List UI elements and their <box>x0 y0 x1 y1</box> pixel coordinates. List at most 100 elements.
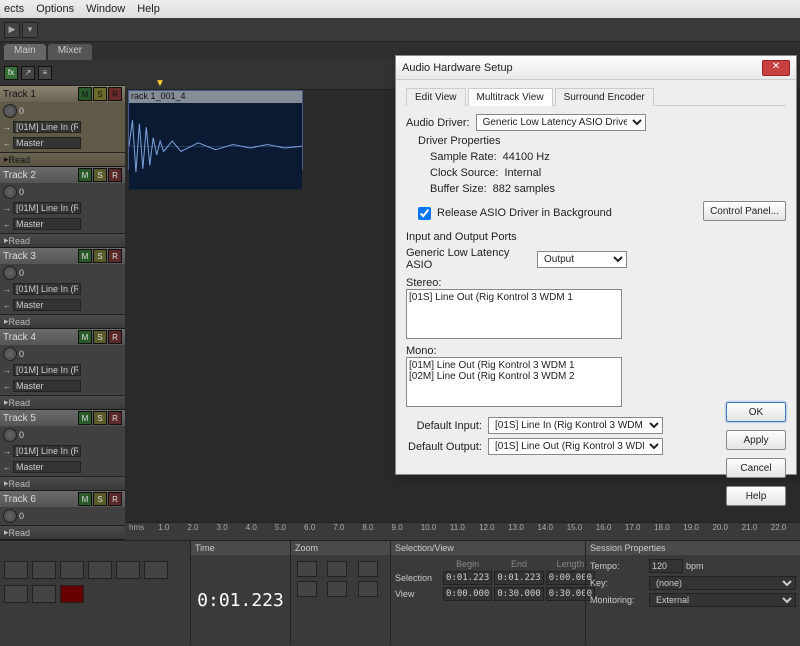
automation-mode[interactable]: ▸ Read <box>0 476 125 490</box>
cancel-button[interactable]: Cancel <box>726 458 786 478</box>
track-header[interactable]: Track 4 MSR <box>0 329 125 345</box>
stereo-ports-list[interactable]: [01S] Line Out (Rig Kontrol 3 WDM 1 <box>406 289 622 339</box>
track-input[interactable] <box>13 445 81 457</box>
control-panel-button[interactable]: Control Panel... <box>703 201 786 221</box>
monitoring-select[interactable]: External <box>649 593 796 607</box>
track-header[interactable]: Track 1 M S R <box>0 86 125 102</box>
solo-button[interactable]: S <box>93 330 107 344</box>
help-button[interactable]: Help <box>726 486 786 506</box>
skip-button[interactable] <box>32 585 56 603</box>
tab-mixer[interactable]: Mixer <box>48 44 92 60</box>
default-input-select[interactable]: [01S] Line In (Rig Kontrol 3 WDM A 1 <box>488 417 663 434</box>
key-select[interactable]: (none) <box>649 576 796 590</box>
list-item[interactable]: [01M] Line Out (Rig Kontrol 3 WDM 1 <box>409 360 619 371</box>
solo-button[interactable]: S <box>93 249 107 263</box>
track-input[interactable] <box>13 121 81 133</box>
end-button[interactable] <box>144 561 168 579</box>
list-item[interactable]: [01S] Line Out (Rig Kontrol 3 WDM 1 <box>409 292 619 303</box>
pan-knob[interactable] <box>3 509 17 523</box>
automation-mode[interactable]: ▸ Read <box>0 314 125 328</box>
record-arm-button[interactable]: R <box>108 411 122 425</box>
mute-button[interactable]: M <box>78 87 92 101</box>
sel-end[interactable]: 0:01.223 <box>494 571 543 585</box>
mute-button[interactable]: M <box>78 168 92 182</box>
menu-ects[interactable]: ects <box>4 3 24 15</box>
pan-knob[interactable] <box>3 185 17 199</box>
solo-button[interactable]: S <box>93 168 107 182</box>
track-input[interactable] <box>13 202 81 214</box>
track-output[interactable] <box>13 137 81 149</box>
send-button[interactable]: ↗ <box>21 66 35 80</box>
close-icon[interactable]: ✕ <box>762 60 790 76</box>
solo-button[interactable]: S <box>93 87 107 101</box>
track-output[interactable] <box>13 461 81 473</box>
record-arm-button[interactable]: R <box>108 330 122 344</box>
pan-knob[interactable] <box>3 266 17 280</box>
record-button[interactable] <box>60 585 84 603</box>
playhead-icon[interactable]: ▼ <box>155 78 165 89</box>
mono-ports-list[interactable]: [01M] Line Out (Rig Kontrol 3 WDM 1 [02M… <box>406 357 622 407</box>
zoom-in-v-button[interactable] <box>297 581 317 597</box>
rewind-button[interactable] <box>4 561 28 579</box>
track-output[interactable] <box>13 299 81 311</box>
track-header[interactable]: Track 2 M S R <box>0 167 125 183</box>
audio-driver-select[interactable]: Generic Low Latency ASIO Driver <box>476 114 646 131</box>
tab-multitrack-view[interactable]: Multitrack View <box>468 88 553 106</box>
zoom-out-h-button[interactable] <box>327 561 347 577</box>
sel-begin[interactable]: 0:01.223 <box>443 571 492 585</box>
io-direction-select[interactable]: Output <box>537 251 627 268</box>
track-header[interactable]: Track 6 MSR <box>0 491 125 507</box>
play-button[interactable] <box>60 561 84 579</box>
tab-edit-view[interactable]: Edit View <box>406 88 466 106</box>
pan-knob[interactable] <box>3 428 17 442</box>
ffwd-button[interactable] <box>116 561 140 579</box>
tempo-input[interactable] <box>649 559 683 573</box>
track-header[interactable]: Track 3 MSR <box>0 248 125 264</box>
solo-button[interactable]: S <box>93 411 107 425</box>
view-begin[interactable]: 0:00.000 <box>443 587 492 601</box>
automation-mode[interactable]: ▸ Read <box>0 525 125 539</box>
mute-button[interactable]: M <box>78 492 92 506</box>
tab-main[interactable]: Main <box>4 44 46 60</box>
mute-button[interactable]: M <box>78 330 92 344</box>
eq-button[interactable]: ≡ <box>38 66 52 80</box>
default-output-select[interactable]: [01S] Line Out (Rig Kontrol 3 WDM 1 <box>488 438 663 455</box>
track-input[interactable] <box>13 283 81 295</box>
fx-button[interactable]: fx <box>4 66 18 80</box>
track-header[interactable]: Track 5 MSR <box>0 410 125 426</box>
automation-mode[interactable]: ▸ Read <box>0 233 125 247</box>
mute-button[interactable]: M <box>78 411 92 425</box>
stop-button[interactable] <box>32 561 56 579</box>
ok-button[interactable]: OK <box>726 402 786 422</box>
list-item[interactable]: [02M] Line Out (Rig Kontrol 3 WDM 2 <box>409 371 619 382</box>
pan-knob[interactable] <box>3 347 17 361</box>
time-ruler[interactable]: hms 1.02.03.04.05.06.07.08.09.010.011.01… <box>125 522 800 540</box>
track-output[interactable] <box>13 380 81 392</box>
solo-button[interactable]: S <box>93 492 107 506</box>
release-asio-checkbox[interactable] <box>418 207 431 220</box>
track-output[interactable] <box>13 218 81 230</box>
record-arm-button[interactable]: R <box>108 87 122 101</box>
record-arm-button[interactable]: R <box>108 249 122 263</box>
track-input[interactable] <box>13 364 81 376</box>
record-arm-button[interactable]: R <box>108 168 122 182</box>
view-end[interactable]: 0:30.000 <box>494 587 543 601</box>
audio-clip[interactable]: rack 1_001_4 <box>128 90 303 170</box>
menu-window[interactable]: Window <box>86 3 125 15</box>
record-arm-button[interactable]: R <box>108 492 122 506</box>
apply-button[interactable]: Apply <box>726 430 786 450</box>
automation-mode[interactable]: ▸ Read <box>0 152 125 166</box>
menu-options[interactable]: Options <box>36 3 74 15</box>
pan-knob[interactable] <box>3 104 17 118</box>
tool-dropdown-icon[interactable]: ▾ <box>22 22 38 38</box>
tab-surround-encoder[interactable]: Surround Encoder <box>555 88 654 106</box>
play-icon[interactable]: ▶ <box>4 22 20 38</box>
dialog-titlebar[interactable]: Audio Hardware Setup ✕ <box>396 56 796 80</box>
zoom-sel-button[interactable] <box>358 581 378 597</box>
zoom-in-h-button[interactable] <box>297 561 317 577</box>
zoom-out-v-button[interactable] <box>327 581 347 597</box>
zoom-full-button[interactable] <box>358 561 378 577</box>
pause-button[interactable] <box>88 561 112 579</box>
menu-help[interactable]: Help <box>137 3 160 15</box>
loop-button[interactable] <box>4 585 28 603</box>
